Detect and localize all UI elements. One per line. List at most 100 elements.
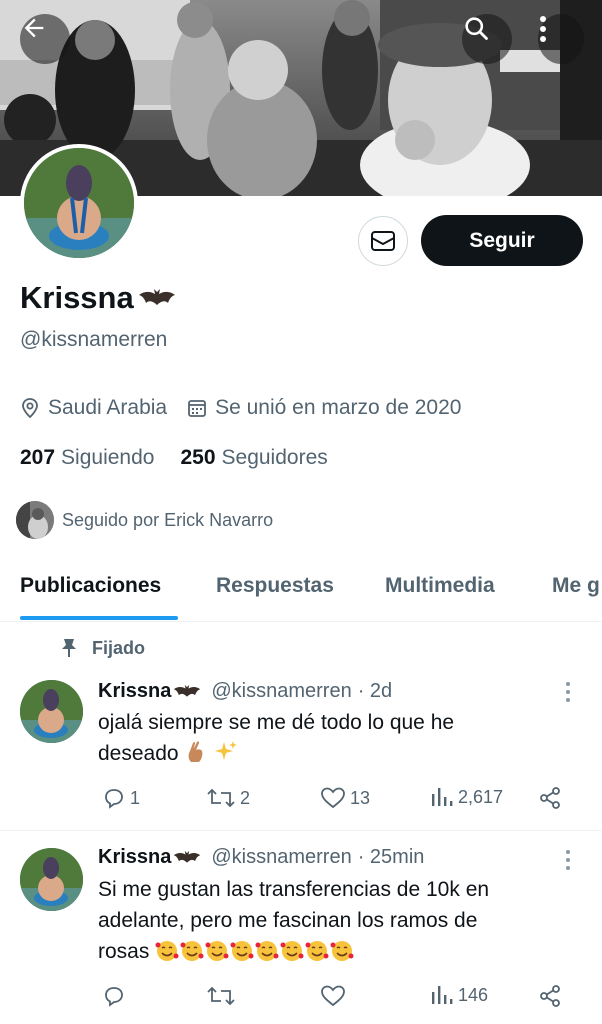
more-options-button[interactable] xyxy=(538,14,584,64)
display-name-text: Krissna xyxy=(20,280,134,315)
post-author-name-text: Krissna xyxy=(98,846,172,868)
post-avatar[interactable] xyxy=(20,848,83,911)
smiling-face-with-hearts-emoji xyxy=(155,941,179,961)
location-pin-icon xyxy=(22,398,38,419)
like-button[interactable]: 13 xyxy=(320,786,370,810)
post-more-button[interactable] xyxy=(562,848,574,877)
views-button[interactable]: 2,617 xyxy=(430,786,503,808)
post-text-line-content: rosas xyxy=(98,940,150,963)
search-icon xyxy=(465,17,488,40)
post-avatar-photo xyxy=(20,848,83,911)
message-button[interactable] xyxy=(358,216,408,266)
post-timestamp[interactable]: · 25min xyxy=(358,846,425,869)
following-count: 207 xyxy=(20,446,56,469)
profile-avatar[interactable] xyxy=(20,144,138,262)
following-stat[interactable]: 207 Siguiendo xyxy=(20,446,154,470)
views-count: 146 xyxy=(458,984,489,1005)
post-item[interactable]: Krissna @kissnamerren · 2d ojalá siempre… xyxy=(0,670,602,830)
like-button[interactable] xyxy=(320,984,350,1008)
post-text: ojalá siempre se me dé todo lo que he de… xyxy=(98,707,568,769)
post-text-line: ojalá siempre se me dé todo lo que he xyxy=(98,711,455,734)
smiling-face-with-hearts-emoji xyxy=(280,941,304,961)
post-text-line: Si me gustan las transferencias de 10k e… xyxy=(98,878,490,901)
post-author-handle: @kissnamerren xyxy=(211,846,352,868)
search-button[interactable] xyxy=(462,14,512,64)
repost-icon xyxy=(207,986,235,1006)
post-actions: 146 xyxy=(98,984,568,1014)
repost-button[interactable]: 2 xyxy=(206,786,250,810)
share-icon xyxy=(540,985,560,1007)
tab-posts[interactable]: Publicaciones xyxy=(20,574,161,598)
reply-button[interactable] xyxy=(102,984,130,1008)
follow-button[interactable]: Seguir xyxy=(421,215,583,266)
tab-likes[interactable]: Me g xyxy=(552,574,600,598)
like-count: 13 xyxy=(350,787,371,808)
location-item: Saudi Arabia xyxy=(20,396,167,420)
repost-icon xyxy=(207,788,235,808)
followed-by-text: Seguido por Erick Navarro xyxy=(62,509,274,530)
post-author-name[interactable]: Krissna xyxy=(98,846,201,869)
post-avatar-photo xyxy=(20,680,83,743)
followers-stat[interactable]: 250 Seguidores xyxy=(180,446,327,470)
views-chart-icon xyxy=(432,788,453,806)
back-button[interactable] xyxy=(20,14,70,64)
tab-media[interactable]: Multimedia xyxy=(385,574,495,598)
reply-icon xyxy=(105,789,123,809)
pinned-indicator: Fijado xyxy=(60,637,145,659)
pin-icon xyxy=(62,639,76,657)
followed-by-row[interactable]: Seguido por Erick Navarro xyxy=(16,501,273,539)
bat-emoji xyxy=(138,289,175,305)
profile-tabs: Publicaciones Respuestas Multimedia Me g xyxy=(0,558,602,622)
smiling-face-with-hearts-emoji xyxy=(305,941,329,961)
repost-count: 2 xyxy=(240,787,251,808)
fingers-crossed-emoji xyxy=(189,741,203,762)
more-vertical-icon xyxy=(566,850,570,870)
bat-emoji xyxy=(174,684,201,697)
post-author-handle: @kissnamerren xyxy=(211,680,352,702)
post-more-button[interactable] xyxy=(562,680,574,709)
bat-emoji xyxy=(174,850,201,863)
smiling-face-with-hearts-emoji xyxy=(330,941,354,961)
more-vertical-icon xyxy=(540,16,546,42)
post-item[interactable]: Krissna @kissnamerren · 25min Si me gust… xyxy=(0,840,602,1024)
views-count: 2,617 xyxy=(458,786,504,807)
share-button[interactable] xyxy=(538,984,562,1008)
arrow-left-icon xyxy=(24,18,44,38)
active-tab-indicator xyxy=(20,616,178,620)
post-text-line-2: deseado xyxy=(98,738,568,769)
envelope-icon xyxy=(371,231,395,251)
profile-stats: 207 Siguiendo 250 Seguidores xyxy=(20,446,354,470)
follower-avatar xyxy=(16,501,54,539)
smiling-face-with-hearts-emoji-group xyxy=(155,939,354,963)
post-text-line-content: deseado xyxy=(98,742,179,765)
post-avatar[interactable] xyxy=(20,680,83,743)
profile-handle: @kissnamerren xyxy=(20,328,168,351)
post-header: Krissna @kissnamerren · 25min xyxy=(98,846,424,869)
repost-button[interactable] xyxy=(206,984,240,1008)
profile-meta: Saudi Arabia Se unió en marzo de 2020 xyxy=(20,396,481,420)
post-author-name[interactable]: Krissna xyxy=(98,680,201,703)
more-vertical-icon xyxy=(566,682,570,702)
reply-icon xyxy=(105,987,123,1007)
post-actions: 1 2 13 2,617 xyxy=(98,786,568,816)
share-icon xyxy=(540,787,560,809)
smiling-face-with-hearts-emoji xyxy=(180,941,204,961)
smiling-face-with-hearts-emoji xyxy=(205,941,229,961)
post-author-name-text: Krissna xyxy=(98,680,172,702)
reply-count: 1 xyxy=(130,787,141,808)
smiling-face-with-hearts-emoji xyxy=(255,941,279,961)
share-button[interactable] xyxy=(538,786,562,810)
joined-item: Se unió en marzo de 2020 xyxy=(187,396,461,420)
views-button[interactable]: 146 xyxy=(430,984,488,1006)
followers-count: 250 xyxy=(180,446,216,469)
post-text: Si me gustan las transferencias de 10k e… xyxy=(98,874,568,967)
smiling-face-with-hearts-emoji xyxy=(230,941,254,961)
followers-label: Seguidores xyxy=(221,446,328,469)
calendar-icon xyxy=(188,400,206,417)
post-timestamp[interactable]: · 2d xyxy=(358,680,392,703)
sparkles-emoji xyxy=(215,741,238,760)
post-text-line: adelante, pero me fascinan los ramos de xyxy=(98,909,478,932)
joined-text: Se unió en marzo de 2020 xyxy=(215,396,462,419)
tab-replies[interactable]: Respuestas xyxy=(216,574,334,598)
reply-button[interactable]: 1 xyxy=(102,786,140,810)
